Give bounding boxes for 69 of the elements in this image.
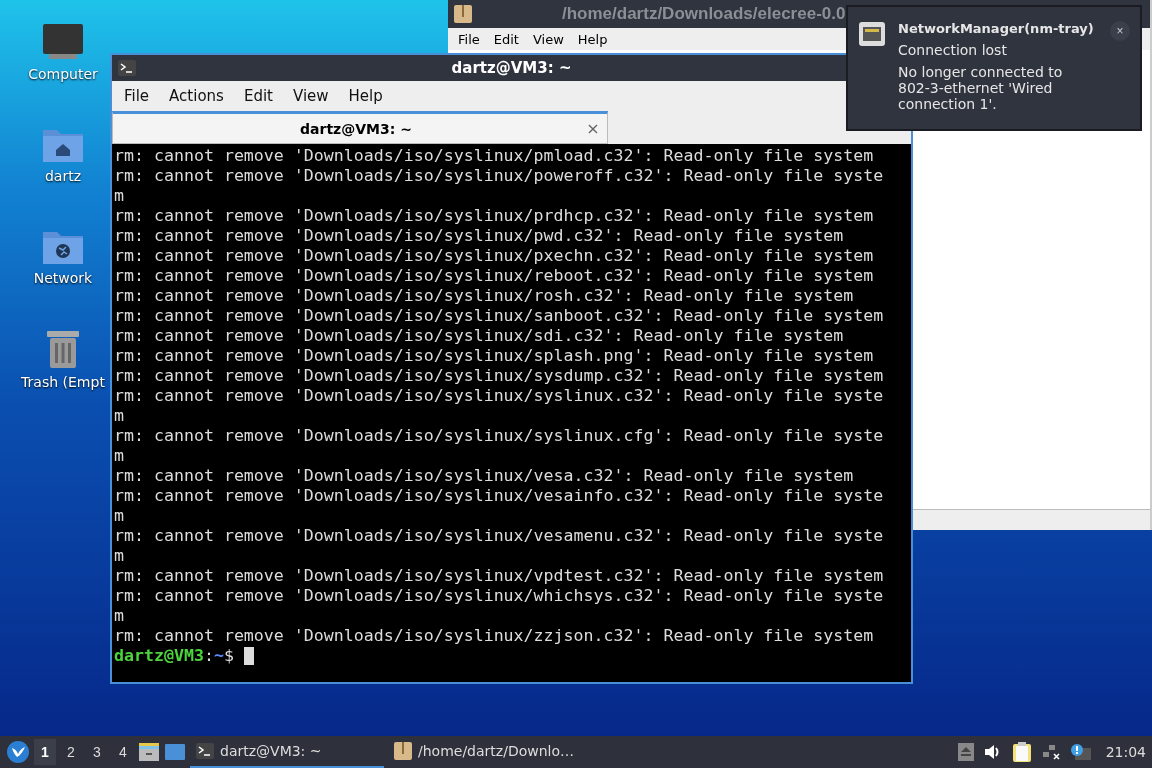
menu-item[interactable]: Help [340, 87, 395, 105]
output-line: rm: cannot remove 'Downloads/iso/syslinux/pxechn.c32': Read-only file system [114, 246, 874, 266]
output-line: rm: cannot remove 'Downloads/iso/syslinux/pmload.c32': Read-only file system [114, 146, 874, 166]
desktop-icon-label[interactable]: Trash (Empt [21, 374, 105, 390]
package-icon [394, 742, 412, 760]
prompt-symbol: $ [223, 646, 234, 666]
menu-item[interactable]: Actions [161, 87, 236, 105]
taskbar-task[interactable]: dartz@VM3: ~ [190, 736, 384, 768]
output-line: rm: cannot remove 'Downloads/iso/syslinux/reboot.c32': Read-only file system [114, 266, 874, 286]
network-disconnected-icon[interactable] [1041, 744, 1060, 760]
output-line: rm: cannot remove 'Downloads/iso/syslinux/vesainfo.c32': Read-only file syste [114, 486, 884, 506]
text-cursor [243, 647, 254, 665]
menu-item[interactable]: View [284, 87, 341, 105]
output-line: rm: cannot remove 'Downloads/iso/syslinux/rosh.c32': Read-only file system [114, 286, 854, 306]
output-line: m [114, 506, 124, 526]
output-line: rm: cannot remove 'Downloads/iso/syslinux/poweroff.c32': Read-only file syste [114, 166, 884, 186]
output-line: rm: cannot remove 'Downloads/iso/syslinux/sanboot.c32': Read-only file system [114, 306, 884, 326]
window-title: dartz@VM3: ~ [450, 59, 573, 77]
desktop-icon-label[interactable]: dartz [44, 168, 82, 184]
output-line: rm: cannot remove 'Downloads/iso/syslinux/syslinux.cfg': Read-only file syste [114, 426, 884, 446]
menu-item[interactable]: Edit [493, 31, 519, 47]
menu-item[interactable]: File [458, 31, 480, 47]
clipboard-icon[interactable] [1011, 741, 1032, 763]
prompt-separator: : [203, 646, 214, 666]
terminal-icon [118, 60, 136, 76]
menu-item[interactable]: File [116, 87, 162, 105]
output-line: rm: cannot remove 'Downloads/iso/syslinux/vesamenu.c32': Read-only file syste [114, 526, 884, 546]
output-line: rm: cannot remove 'Downloads/iso/syslinux/whichsys.c32': Read-only file syste [114, 586, 884, 606]
menu-item[interactable]: Edit [235, 87, 285, 105]
window-title: /home/dartz/Downloads/elecree-0.0 [562, 4, 846, 24]
terminal-tab[interactable]: dartz@VM3: ~ × [112, 111, 608, 144]
workspace-button[interactable]: 4 [112, 739, 134, 765]
ethernet-port-icon [858, 21, 886, 47]
output-line: rm: cannot remove 'Downloads/iso/syslinux/prdhcp.c32': Read-only file system [114, 206, 874, 226]
close-icon[interactable]: × [579, 119, 607, 138]
notification-body: No longer connected to 802-3-ethernet 'Wired connection 1'. [898, 64, 1064, 112]
output-line: rm: cannot remove 'Downloads/iso/syslinux/sdi.c32': Read-only file system [114, 326, 844, 346]
terminal-icon [196, 743, 214, 759]
output-line: rm: cannot remove 'Downloads/iso/syslinux/splash.png': Read-only file system [114, 346, 874, 366]
prompt-user-host: dartz@VM3 [114, 646, 204, 666]
eject-icon[interactable] [957, 743, 974, 761]
package-icon [454, 5, 472, 23]
output-line: m [114, 546, 124, 566]
output-line: rm: cannot remove 'Downloads/iso/syslinux/sysdump.c32': Read-only file system [114, 366, 884, 386]
output-line: rm: cannot remove 'Downloads/iso/syslinux/vesa.c32': Read-only file system [114, 466, 854, 486]
desktop-icon-label[interactable]: Network [33, 270, 93, 286]
output-line: rm: cannot remove 'Downloads/iso/syslinux/syslinux.c32': Read-only file syste [114, 386, 884, 406]
output-line: m [114, 606, 124, 626]
output-line: m [114, 406, 124, 426]
output-line: m [114, 446, 124, 466]
output-line: rm: cannot remove 'Downloads/iso/syslinux/vpdtest.c32': Read-only file system [114, 566, 884, 586]
menu-item[interactable]: View [532, 31, 564, 47]
workspace-button[interactable]: 3 [86, 739, 108, 765]
prompt-path: ~ [213, 646, 224, 666]
workspace-button[interactable]: 1 [34, 739, 56, 765]
clock[interactable]: 21:04 [1105, 744, 1146, 760]
notification-app: NetworkManager(nm-tray) [898, 21, 1095, 36]
close-button[interactable]: × [1110, 21, 1130, 41]
desktop-icon[interactable] [164, 743, 186, 761]
file-cabinet-icon[interactable] [138, 742, 160, 762]
workspace-button[interactable]: 2 [60, 739, 82, 765]
notification-alert-icon[interactable] [1069, 743, 1092, 761]
output-line: rm: cannot remove 'Downloads/iso/syslinux/pwd.c32': Read-only file system [114, 226, 844, 246]
notification-summary: Connection lost [898, 42, 1008, 58]
monitor-icon [41, 22, 85, 62]
output-line: m [114, 186, 124, 206]
menu-item[interactable]: Help [577, 31, 608, 47]
output-line: rm: cannot remove 'Downloads/iso/syslinux/zzjson.c32': Read-only file system [114, 626, 874, 646]
taskbar-task[interactable]: /home/dartz/Downlo… [388, 736, 588, 768]
